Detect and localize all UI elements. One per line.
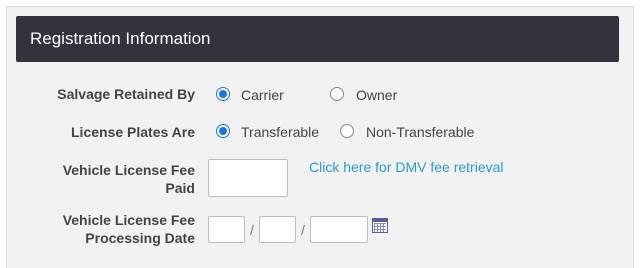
carrier-radio[interactable] bbox=[216, 87, 230, 101]
carrier-option-label[interactable]: Carrier bbox=[241, 87, 284, 104]
calendar-icon-grid bbox=[374, 223, 386, 232]
processing-date-year-input[interactable] bbox=[310, 216, 368, 243]
non-transferable-radio[interactable] bbox=[340, 124, 354, 138]
date-separator: / bbox=[301, 222, 305, 238]
non-transferable-option-label[interactable]: Non-Transferable bbox=[366, 124, 474, 141]
salvage-retained-by-label: Salvage Retained By bbox=[57, 86, 195, 102]
section-header: Registration Information bbox=[16, 16, 619, 62]
processing-date-day-input[interactable] bbox=[259, 216, 296, 243]
calendar-icon-header bbox=[373, 219, 387, 222]
processing-date-label-line1: Vehicle License Fee bbox=[62, 212, 195, 228]
fee-paid-input[interactable] bbox=[208, 159, 288, 197]
fee-paid-label-line2: Paid bbox=[165, 180, 195, 196]
calendar-icon[interactable] bbox=[372, 218, 388, 233]
processing-date-month-input[interactable] bbox=[208, 216, 245, 243]
processing-date-label-line2: Processing Date bbox=[85, 230, 195, 246]
license-plates-are-label: License Plates Are bbox=[71, 124, 195, 140]
section-title: Registration Information bbox=[30, 29, 211, 48]
fee-paid-label-line1: Vehicle License Fee bbox=[62, 162, 195, 178]
date-separator: / bbox=[250, 222, 254, 238]
owner-radio[interactable] bbox=[330, 87, 344, 101]
transferable-option-label[interactable]: Transferable bbox=[241, 124, 319, 141]
dmv-fee-retrieval-link[interactable]: Click here for DMV fee retrieval bbox=[309, 159, 504, 176]
transferable-radio[interactable] bbox=[216, 124, 230, 138]
owner-option-label[interactable]: Owner bbox=[356, 87, 397, 104]
